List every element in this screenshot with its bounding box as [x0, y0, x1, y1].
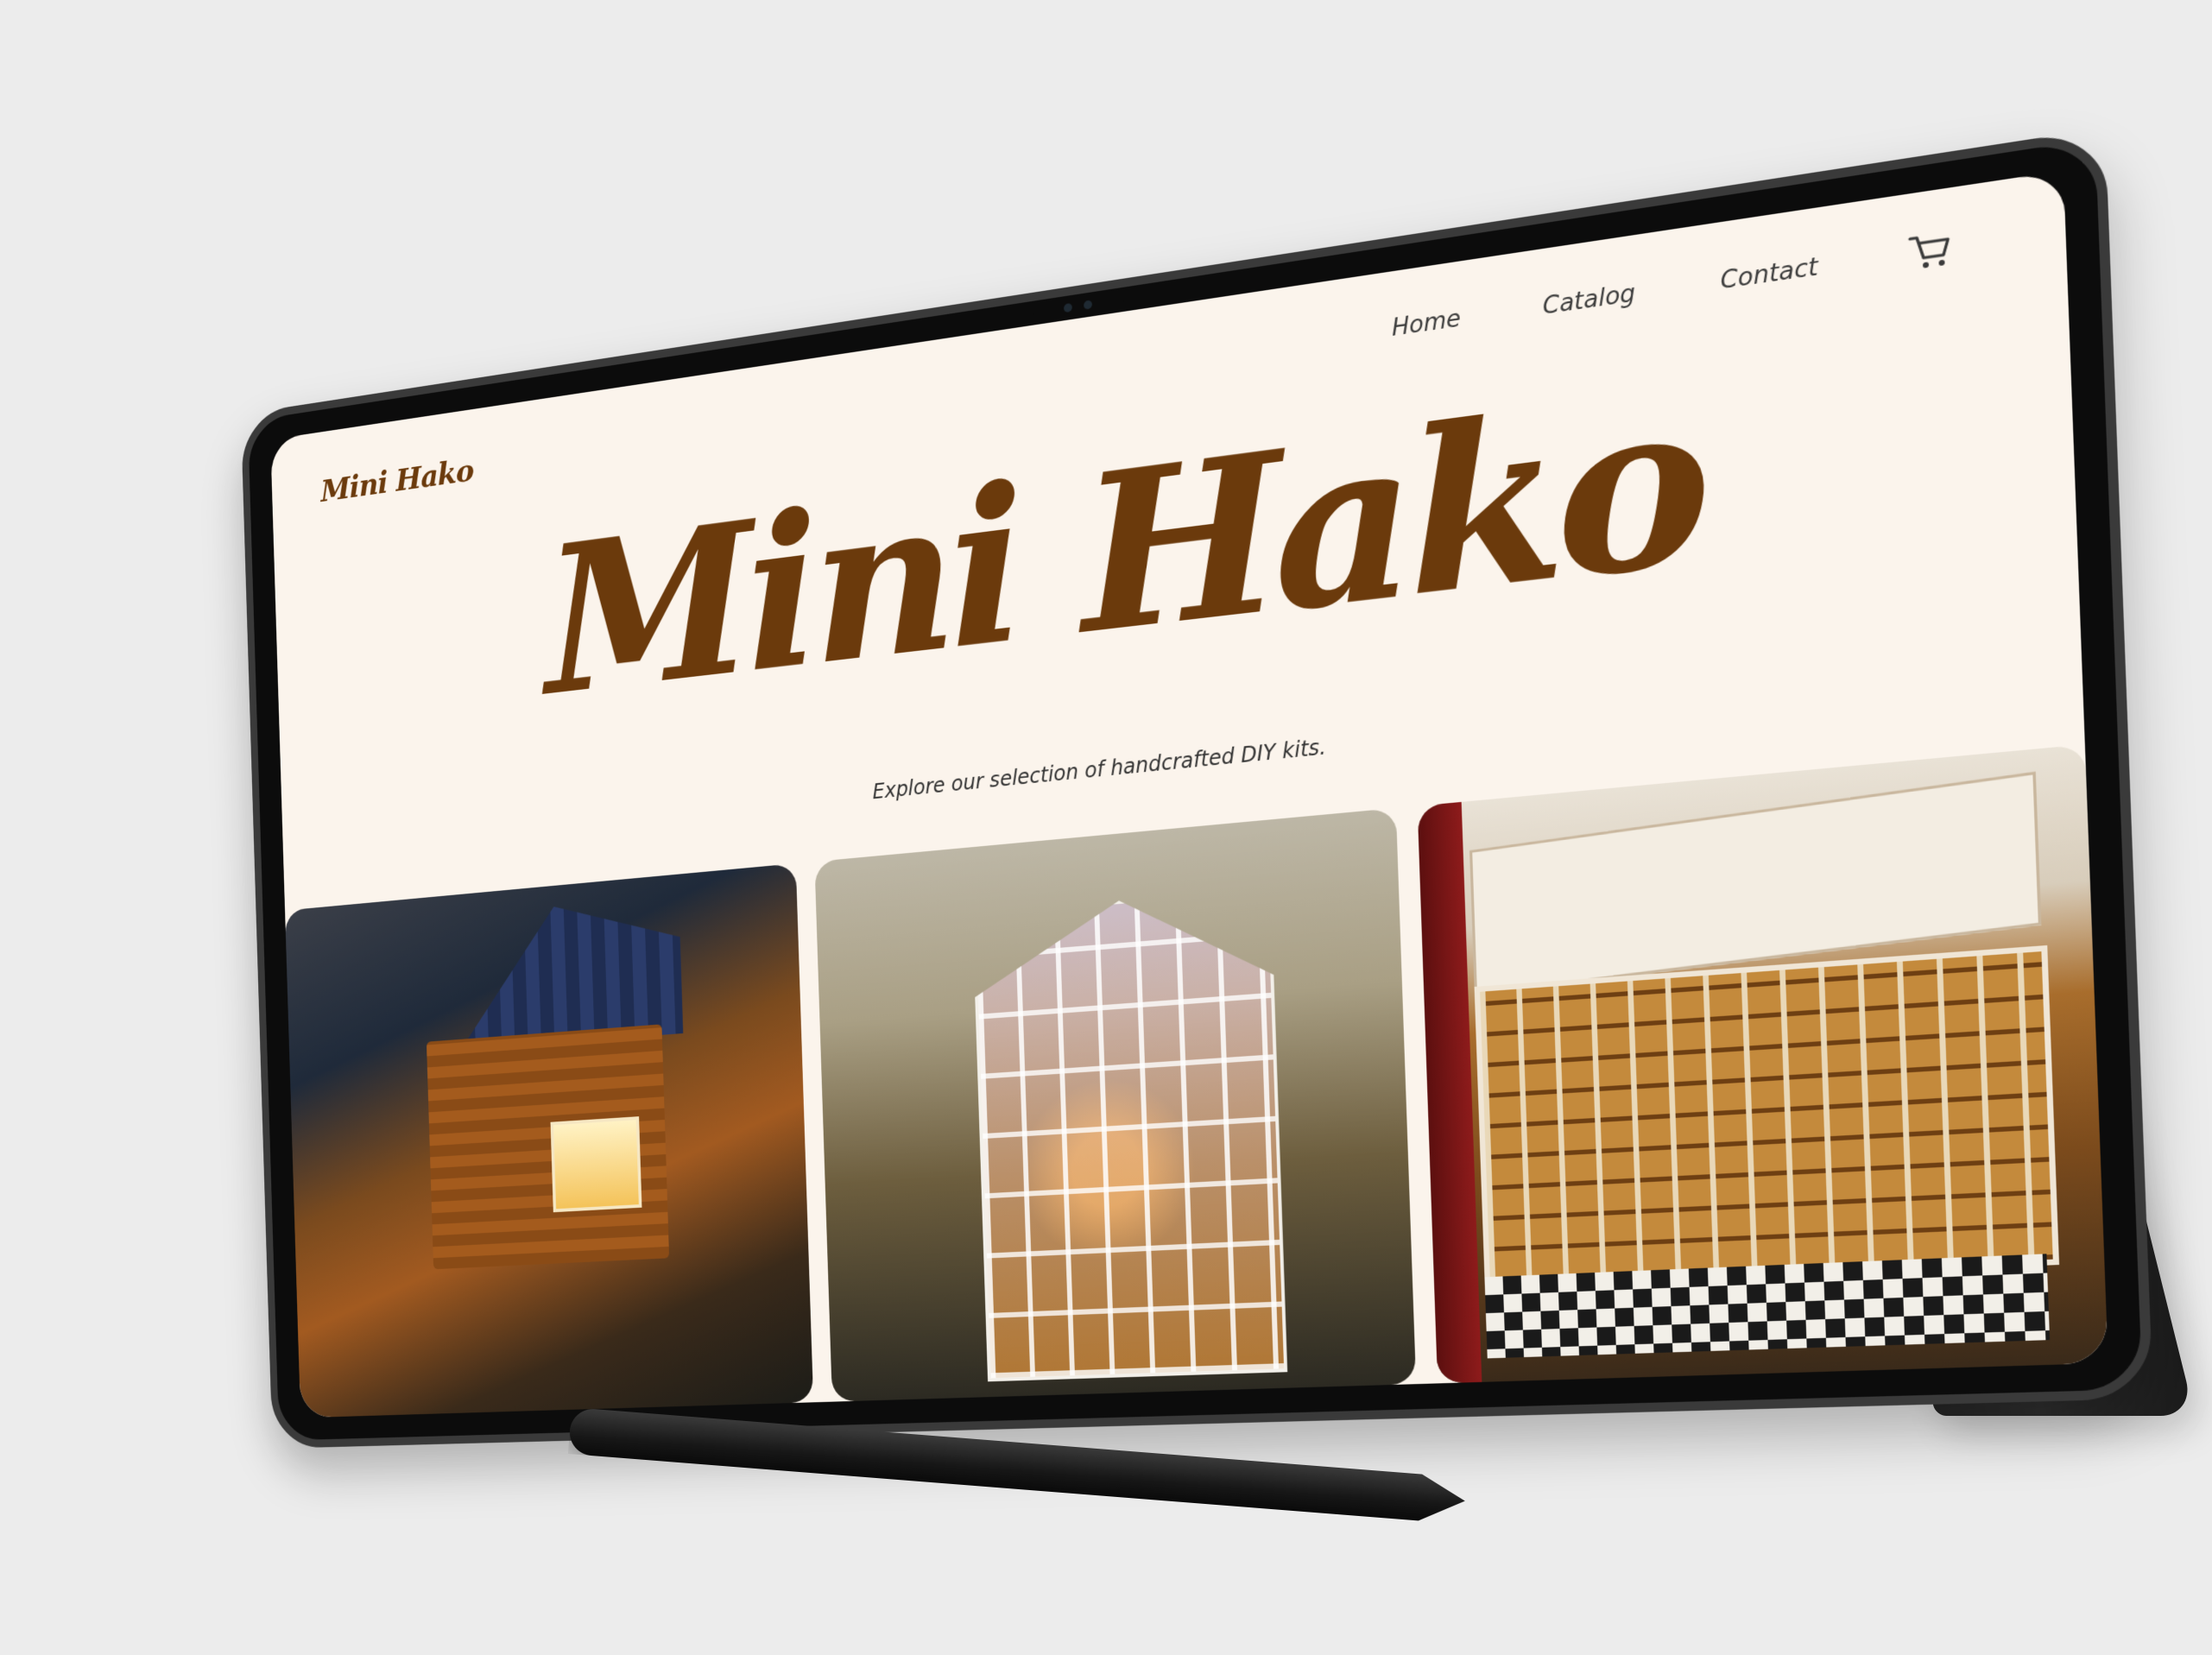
library-shelves-image — [1474, 944, 2060, 1288]
product-gallery — [285, 744, 2108, 1418]
camera-lens-icon — [1063, 302, 1072, 313]
camera-sensor-icon — [1084, 300, 1093, 310]
nav-link-contact[interactable]: Contact — [1720, 253, 1818, 294]
product-card-treehouse[interactable] — [285, 863, 814, 1418]
nav-links: Home Catalog Contact — [1391, 225, 1955, 351]
tablet-frame: Mini Hako Home Catalog Contact Mini Hako… — [240, 127, 2153, 1449]
tablet-screen: Mini Hako Home Catalog Contact Mini Hako… — [270, 170, 2108, 1418]
nav-link-catalog[interactable]: Catalog — [1542, 280, 1636, 320]
greenhouse-image — [972, 888, 1287, 1381]
product-card-library[interactable] — [1417, 744, 2108, 1384]
shopping-cart-icon[interactable] — [1905, 225, 1955, 277]
nav-link-home[interactable]: Home — [1392, 306, 1462, 343]
site-logo[interactable]: Mini Hako — [320, 452, 474, 509]
product-card-greenhouse[interactable] — [814, 807, 1417, 1402]
treehouse-window-image — [550, 1115, 642, 1213]
device-mockup-scene: Mini Hako Home Catalog Contact Mini Hako… — [0, 0, 2212, 1655]
